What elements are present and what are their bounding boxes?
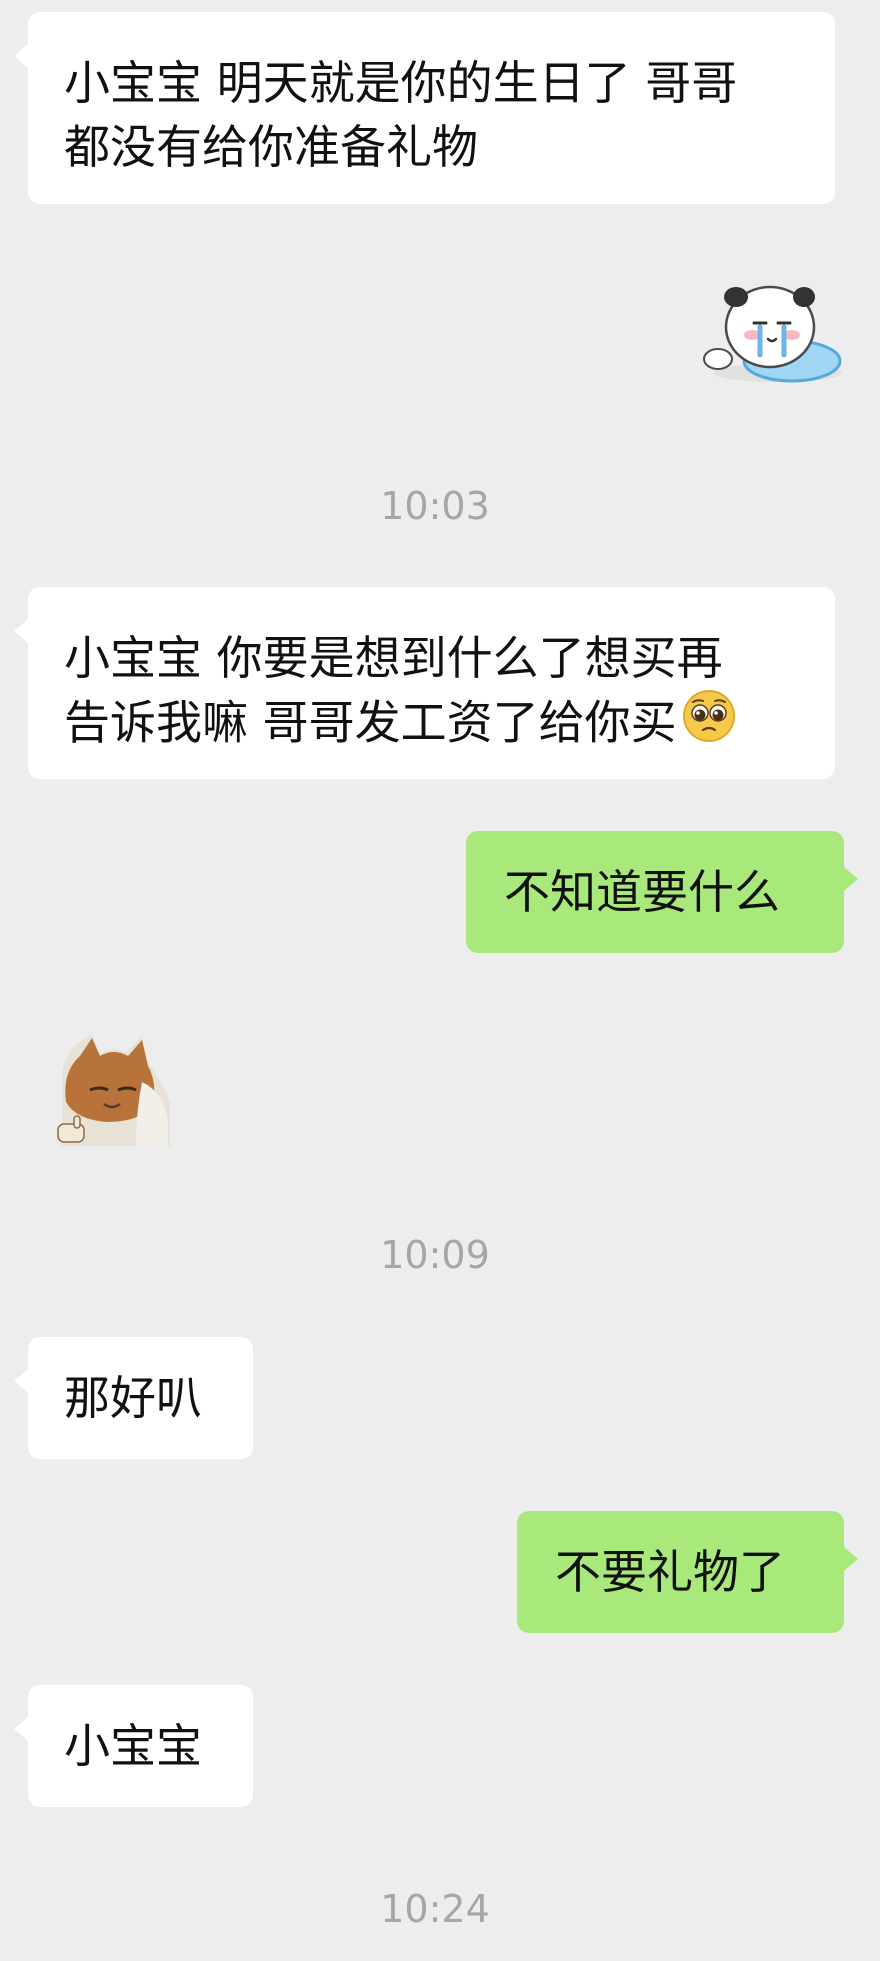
message-text-segment: 告诉我嘛 哥哥发工资了给你买 [64,695,677,750]
message-text-line: 小宝宝 [64,1719,202,1773]
message-text-line: 小宝宝 明天就是你的生日了 哥哥 [64,56,738,110]
timestamp: 10:03 [380,484,490,528]
crying-panda-sticker[interactable] [700,275,846,387]
crying-panda-icon [703,285,842,383]
cat-pointing-sticker[interactable] [52,1032,170,1146]
message-text-line: 告诉我嘛 哥哥发工资了给你买 [64,690,835,762]
message-text-line: 不要礼物了 [555,1545,785,1599]
timestamp: 10:24 [380,1887,490,1931]
message-text-line: 不知道要什么 [504,865,780,919]
message-bubble-outgoing[interactable]: 不要礼物了 [517,1511,858,1633]
message-bubble-incoming[interactable]: 那好叭 [14,1337,253,1459]
message-text-line: 小宝宝 你要是想到什么了想买再 [64,631,723,685]
message-bubble-incoming[interactable]: 小宝宝 明天就是你的生日了 哥哥 都没有给你准备礼物 [14,12,835,204]
message-bubble-outgoing[interactable]: 不知道要什么 [466,831,858,953]
message-text-line: 都没有给你准备礼物 [64,120,478,174]
message-bubble-incoming[interactable]: 小宝宝 [14,1685,253,1807]
message-text-line: 那好叭 [64,1371,202,1425]
pleading-face-emoji-icon [681,688,737,760]
timestamp: 10:09 [380,1233,490,1277]
cat-icon [57,1034,170,1146]
message-bubble-incoming[interactable]: 小宝宝 你要是想到什么了想买再 告诉我嘛 哥哥发工资了给你买 [14,587,835,779]
